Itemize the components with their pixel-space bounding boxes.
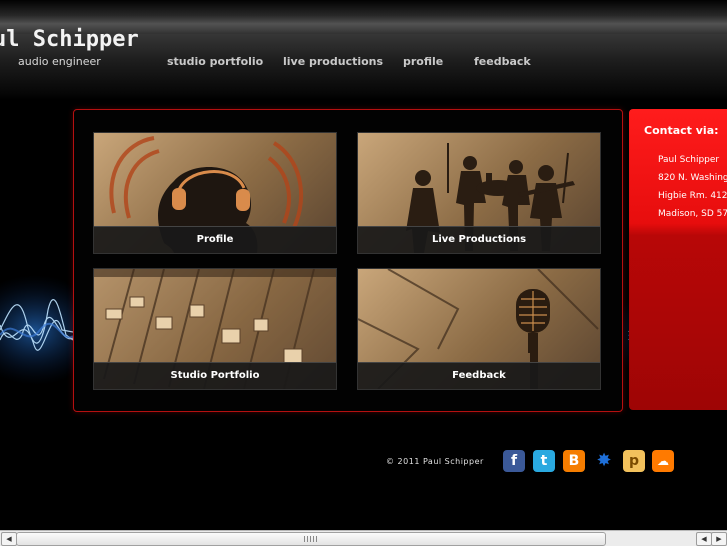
contact-title: Contact via: (644, 124, 719, 137)
horizontal-scrollbar[interactable]: ◀ ◀ ▶ (0, 530, 727, 546)
nav-feedback[interactable]: feedback (474, 55, 531, 68)
tile-profile[interactable]: Profile (93, 132, 337, 254)
site-tagline: audio engineer (18, 55, 101, 68)
facebook-icon[interactable]: f (503, 450, 525, 472)
tile-feedback-caption: Feedback (358, 362, 600, 389)
tile-studio-portfolio-caption: Studio Portfolio (94, 362, 336, 389)
soundcloud-icon[interactable]: ☁ (652, 450, 674, 472)
myspace-icon[interactable]: ✸ (593, 450, 615, 472)
scroll-left-button[interactable]: ◀ (1, 532, 17, 546)
contact-name: Paul Schipper (658, 155, 720, 165)
tile-feedback[interactable]: Feedback (357, 268, 601, 390)
scroll-left-button-right[interactable]: ◀ (696, 532, 712, 546)
scrollbar-grip (304, 536, 318, 542)
tile-profile-caption: Profile (94, 226, 336, 253)
nav-studio-portfolio[interactable]: studio portfolio (167, 55, 263, 68)
pandora-icon[interactable]: p (623, 450, 645, 472)
main-panel: Profile Live Productions Studio Portfoli… (73, 109, 623, 412)
scroll-right-button[interactable]: ▶ (711, 532, 727, 546)
scrollbar-thumb[interactable] (16, 532, 606, 546)
tile-live-productions-caption: Live Productions (358, 226, 600, 253)
contact-address: 820 N. Washing (658, 173, 727, 183)
copyright-text: © 2011 Paul Schipper (386, 457, 484, 466)
tile-live-productions[interactable]: Live Productions (357, 132, 601, 254)
nav-profile[interactable]: profile (403, 55, 443, 68)
blogger-icon[interactable]: B (563, 450, 585, 472)
tile-studio-portfolio[interactable]: Studio Portfolio (93, 268, 337, 390)
contact-room: Higbie Rm. 412 (658, 191, 727, 201)
twitter-icon[interactable]: t (533, 450, 555, 472)
contact-city: Madison, SD 57 (658, 209, 727, 219)
site-logo[interactable]: ul Schipper (0, 27, 139, 52)
contact-panel: Contact via: Paul Schipper 820 N. Washin… (629, 109, 727, 410)
nav-live-productions[interactable]: live productions (283, 55, 383, 68)
